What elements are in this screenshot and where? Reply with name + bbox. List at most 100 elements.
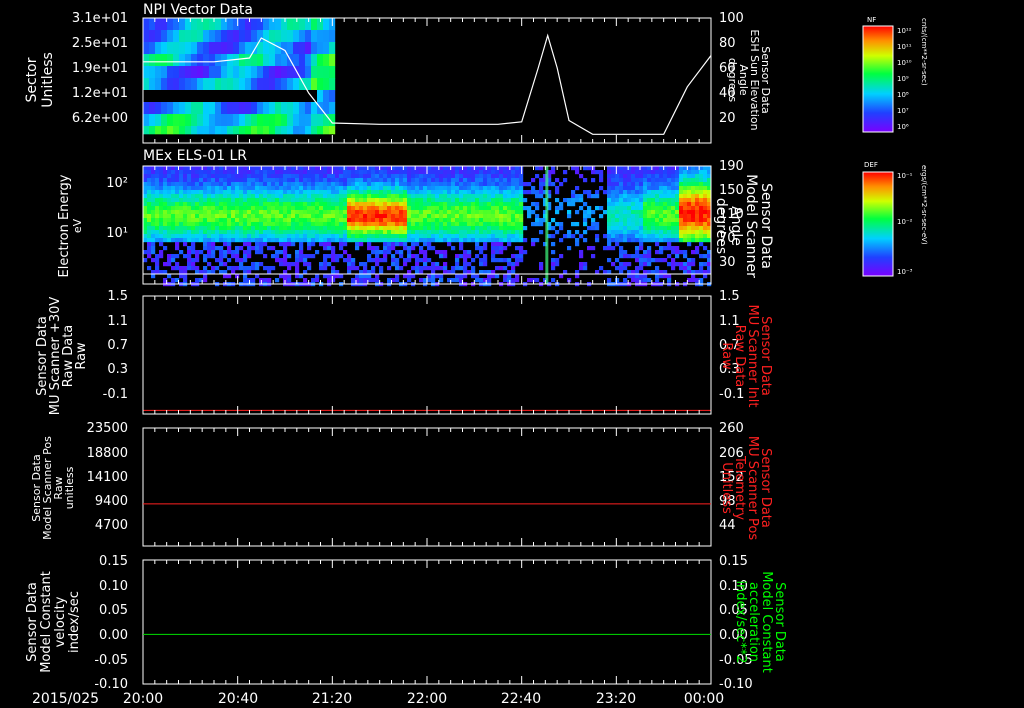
els-heat-cell (615, 198, 620, 203)
svg-text:0.05: 0.05 (99, 603, 128, 618)
els-heat-cell (175, 206, 180, 211)
els-colorbar-scale (862, 171, 894, 277)
npi-heat-cell (191, 66, 198, 79)
els-heat-cell (255, 226, 260, 231)
els-heat-cell (267, 246, 272, 251)
els-heat-cell (435, 202, 440, 207)
els-heat-cell (163, 186, 168, 191)
npi-heat-cell (161, 126, 168, 135)
els-heat-cell (515, 174, 520, 179)
els-heat-cell (551, 278, 556, 283)
npi-heat-cell (257, 102, 264, 115)
els-heat-cell (255, 222, 260, 227)
els-heat-cell (323, 222, 328, 227)
els-heat-cell (351, 182, 356, 187)
els-heat-cell (555, 222, 560, 227)
els-heat-cell (215, 238, 220, 243)
els-heat-cell (327, 174, 332, 179)
els-heat-cell (667, 254, 672, 259)
els-heat-cell (203, 218, 208, 223)
els-heat-cell (619, 182, 624, 187)
els-heat-cell (499, 214, 504, 219)
els-heat-cell (503, 190, 508, 195)
els-heat-cell (571, 194, 576, 199)
els-heat-cell (595, 190, 600, 195)
els-heat-cell (287, 230, 292, 235)
els-heat-cell (239, 206, 244, 211)
els-heat-cell (587, 226, 592, 231)
els-heat-cell (171, 206, 176, 211)
npi-heat-cell (317, 78, 324, 91)
els-heat-cell (675, 210, 680, 215)
els-heat-cell (451, 170, 456, 175)
els-heat-cell (275, 210, 280, 215)
els-heat-cell (399, 250, 404, 255)
els-heat-cell (519, 190, 524, 195)
els-heat-cell (519, 186, 524, 191)
els-heat-cell (171, 194, 176, 199)
els-heat-cell (427, 178, 432, 183)
npi-heat-cell (305, 66, 312, 79)
els-heat-cell (235, 186, 240, 191)
els-heat-cell (463, 258, 468, 263)
els-heat-cell (375, 258, 380, 263)
els-heat-cell (655, 234, 660, 239)
els-heat-cell (455, 266, 460, 271)
els-heat-cell (619, 214, 624, 219)
els-heat-cell (391, 174, 396, 179)
els-heat-cell (679, 194, 684, 199)
els-heat-cell (339, 238, 344, 243)
els-heat-cell (447, 182, 452, 187)
els-heat-cell (195, 226, 200, 231)
npi-heat-cell (173, 102, 180, 115)
els-heat-cell (423, 178, 428, 183)
els-heat-cell (263, 186, 268, 191)
els-heat-cell (679, 234, 684, 239)
els-left-label: Electron Energy eV (57, 174, 84, 277)
els-heat-cell (515, 274, 520, 279)
els-heat-cell (163, 194, 168, 199)
els-heat-cell (511, 194, 516, 199)
els-heat-cell (507, 242, 512, 247)
els-heat-cell (659, 230, 664, 235)
els-heat-cell (695, 218, 700, 223)
els-heat-cell (423, 234, 428, 239)
npi-heat-cell (179, 42, 186, 55)
npi-heat-cell (245, 42, 252, 55)
els-heat-cell (327, 178, 332, 183)
els-heat-cell (683, 230, 688, 235)
els-heat-cell (551, 266, 556, 271)
voltage-left-ticks: 1.5 1.1 0.7 0.3 -0.1 (103, 289, 128, 402)
els-heat-cell (683, 222, 688, 227)
els-heat-cell (479, 166, 484, 171)
els-heat-cell (439, 214, 444, 219)
els-heat-cell (399, 206, 404, 211)
els-heat-cell (279, 262, 284, 267)
els-heat-cell (595, 238, 600, 243)
els-heat-cell (247, 218, 252, 223)
els-heat-cell (631, 238, 636, 243)
els-heat-cell (647, 178, 652, 183)
npi-heat-cell (299, 18, 306, 31)
els-heat-cell (675, 186, 680, 191)
els-heat-cell (223, 214, 228, 219)
els-heat-cell (587, 166, 592, 171)
els-heat-cell (275, 234, 280, 239)
els-heat-cell (507, 238, 512, 243)
els-heat-cell (679, 226, 684, 231)
els-heat-cell (243, 170, 248, 175)
els-heat-cell (147, 266, 152, 271)
npi-heat-cell (323, 18, 330, 31)
els-heat-cell (175, 234, 180, 239)
npi-heat-cell (251, 42, 258, 55)
els-heat-cell (155, 262, 160, 267)
els-heat-cell (643, 214, 648, 219)
els-heat-cell (467, 250, 472, 255)
els-heat-cell (599, 186, 604, 191)
els-heat-cell (471, 202, 476, 207)
els-heat-cell (179, 194, 184, 199)
els-heat-cell (231, 250, 236, 255)
els-heat-cell (291, 238, 296, 243)
els-heat-cell (679, 166, 684, 171)
els-heat-cell (475, 206, 480, 211)
